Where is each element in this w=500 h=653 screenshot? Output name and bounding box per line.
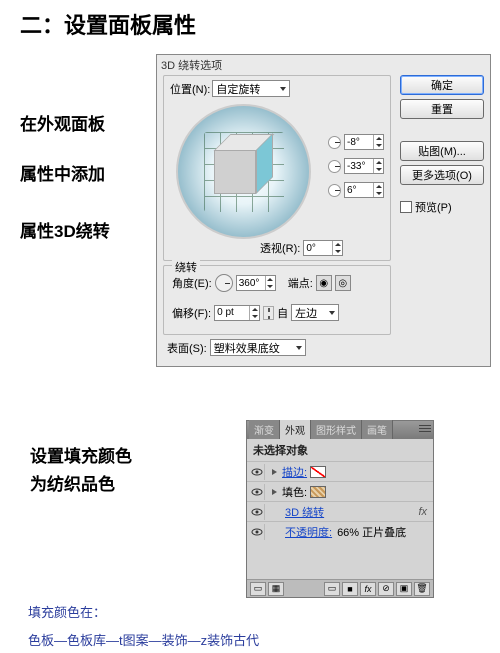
footer-line-2: 色板—色板库—t图案—装饰—z装饰古代 <box>28 630 259 649</box>
fill-row[interactable]: 填色: <box>247 481 433 501</box>
footer-line-1: 填充颜色在： <box>28 602 106 621</box>
surface-select[interactable]: 塑料效果底纹 <box>210 339 306 356</box>
cap-on-button[interactable]: ◉ <box>316 275 332 291</box>
revolve-group: 绕转 角度(E): 端点: ◉ ◎ 偏移(F): <box>163 265 391 335</box>
opacity-value: 66% 正片叠底 <box>337 524 406 540</box>
panel-header: 未选择对象 <box>247 439 433 461</box>
expand-icon[interactable] <box>272 489 277 495</box>
fx-badge: fx <box>418 506 427 518</box>
map-art-button[interactable]: 贴图(M)... <box>400 141 484 161</box>
visibility-icon[interactable] <box>249 464 265 480</box>
angle-input[interactable] <box>236 275 276 291</box>
z-rotation-icon <box>328 184 341 197</box>
add-stroke-icon[interactable]: ▭ <box>324 582 340 596</box>
fill-label: 填色: <box>282 484 307 500</box>
3d-revolve-dialog: 3D 绕转选项 确定 重置 贴图(M)... 更多选项(O) 预览(P) 位置(… <box>156 54 491 367</box>
add-effect-icon[interactable]: fx <box>360 582 376 596</box>
appearance-panel: 渐变 外观 图形样式 画笔 未选择对象 描边: 填色: 3D 绕转 fx <box>246 420 434 598</box>
offset-input[interactable] <box>214 305 260 321</box>
panel-tabs: 渐变 外观 图形样式 画笔 <box>247 421 433 439</box>
new-art-basic-icon[interactable]: ▭ <box>250 582 266 596</box>
visibility-icon[interactable] <box>249 484 265 500</box>
delete-icon[interactable]: 🗑 <box>414 582 430 596</box>
cap-label: 端点: <box>288 275 313 291</box>
desc-line-2: 属性中添加 <box>20 160 150 185</box>
add-fill-icon[interactable]: ■ <box>342 582 358 596</box>
y-rotation-icon <box>328 160 341 173</box>
dialog-button-column: 确定 重置 贴图(M)... 更多选项(O) 预览(P) <box>400 75 484 215</box>
panel-footer: ▭ ▦ ▭ ■ fx ⊘ ▣ 🗑 <box>247 579 433 597</box>
revolve-group-label: 绕转 <box>172 259 200 275</box>
duplicate-icon[interactable]: ▣ <box>396 582 412 596</box>
preview-label: 预览(P) <box>415 199 452 215</box>
more-options-button[interactable]: 更多选项(O) <box>400 165 484 185</box>
perspective-input[interactable] <box>303 240 343 256</box>
tab-graphic-styles[interactable]: 图形样式 <box>311 420 362 439</box>
x-rotation-input[interactable] <box>344 134 384 150</box>
tab-brushes[interactable]: 画笔 <box>362 420 393 439</box>
visibility-icon[interactable] <box>249 504 265 520</box>
preview-checkbox[interactable] <box>400 201 412 213</box>
from-label: 自 <box>277 305 288 321</box>
tab-appearance[interactable]: 外观 <box>280 420 311 439</box>
link-icon <box>263 306 274 320</box>
3d-revolve-label[interactable]: 3D 绕转 <box>285 504 324 520</box>
desc-line-3: 属性3D绕转 <box>20 217 150 242</box>
y-rotation-input[interactable] <box>344 158 384 174</box>
position-select[interactable]: 自定旋转 <box>212 80 290 97</box>
desc-line-4: 设置填充颜色 <box>30 442 180 467</box>
angle-dial[interactable] <box>215 274 233 292</box>
surface-label: 表面(S): <box>167 340 207 356</box>
stroke-label[interactable]: 描边: <box>282 464 307 480</box>
position-group: 位置(N): 自定旋转 <box>163 75 391 261</box>
tab-gradient[interactable]: 渐变 <box>249 420 280 439</box>
ok-button[interactable]: 确定 <box>400 75 484 95</box>
page-heading: 二：设置面板属性 <box>20 8 196 40</box>
clear-icon[interactable]: ⊘ <box>378 582 394 596</box>
z-rotation-input[interactable] <box>344 182 384 198</box>
opacity-row[interactable]: 不透明度: 66% 正片叠底 <box>247 521 433 541</box>
angle-label: 角度(E): <box>172 275 212 291</box>
visibility-icon[interactable] <box>249 524 265 540</box>
desc-line-5: 为纺织品色 <box>30 470 180 495</box>
x-rotation-icon <box>328 136 341 149</box>
fill-swatch[interactable] <box>310 486 326 498</box>
stroke-swatch[interactable] <box>310 466 326 478</box>
new-art-styled-icon[interactable]: ▦ <box>268 582 284 596</box>
offset-label: 偏移(F): <box>172 305 211 321</box>
position-label: 位置(N): <box>170 81 210 97</box>
reset-button[interactable]: 重置 <box>400 99 484 119</box>
opacity-label[interactable]: 不透明度: <box>285 524 332 540</box>
desc-line-1: 在外观面板 <box>20 110 150 135</box>
3d-revolve-row[interactable]: 3D 绕转 fx <box>247 501 433 521</box>
stroke-row[interactable]: 描边: <box>247 461 433 481</box>
rotation-trackball[interactable] <box>176 104 311 239</box>
expand-icon[interactable] <box>272 469 277 475</box>
from-edge-select[interactable]: 左边 <box>291 304 339 321</box>
cap-off-button[interactable]: ◎ <box>335 275 351 291</box>
perspective-label: 透视(R): <box>260 240 300 256</box>
panel-menu-icon[interactable] <box>419 424 431 434</box>
